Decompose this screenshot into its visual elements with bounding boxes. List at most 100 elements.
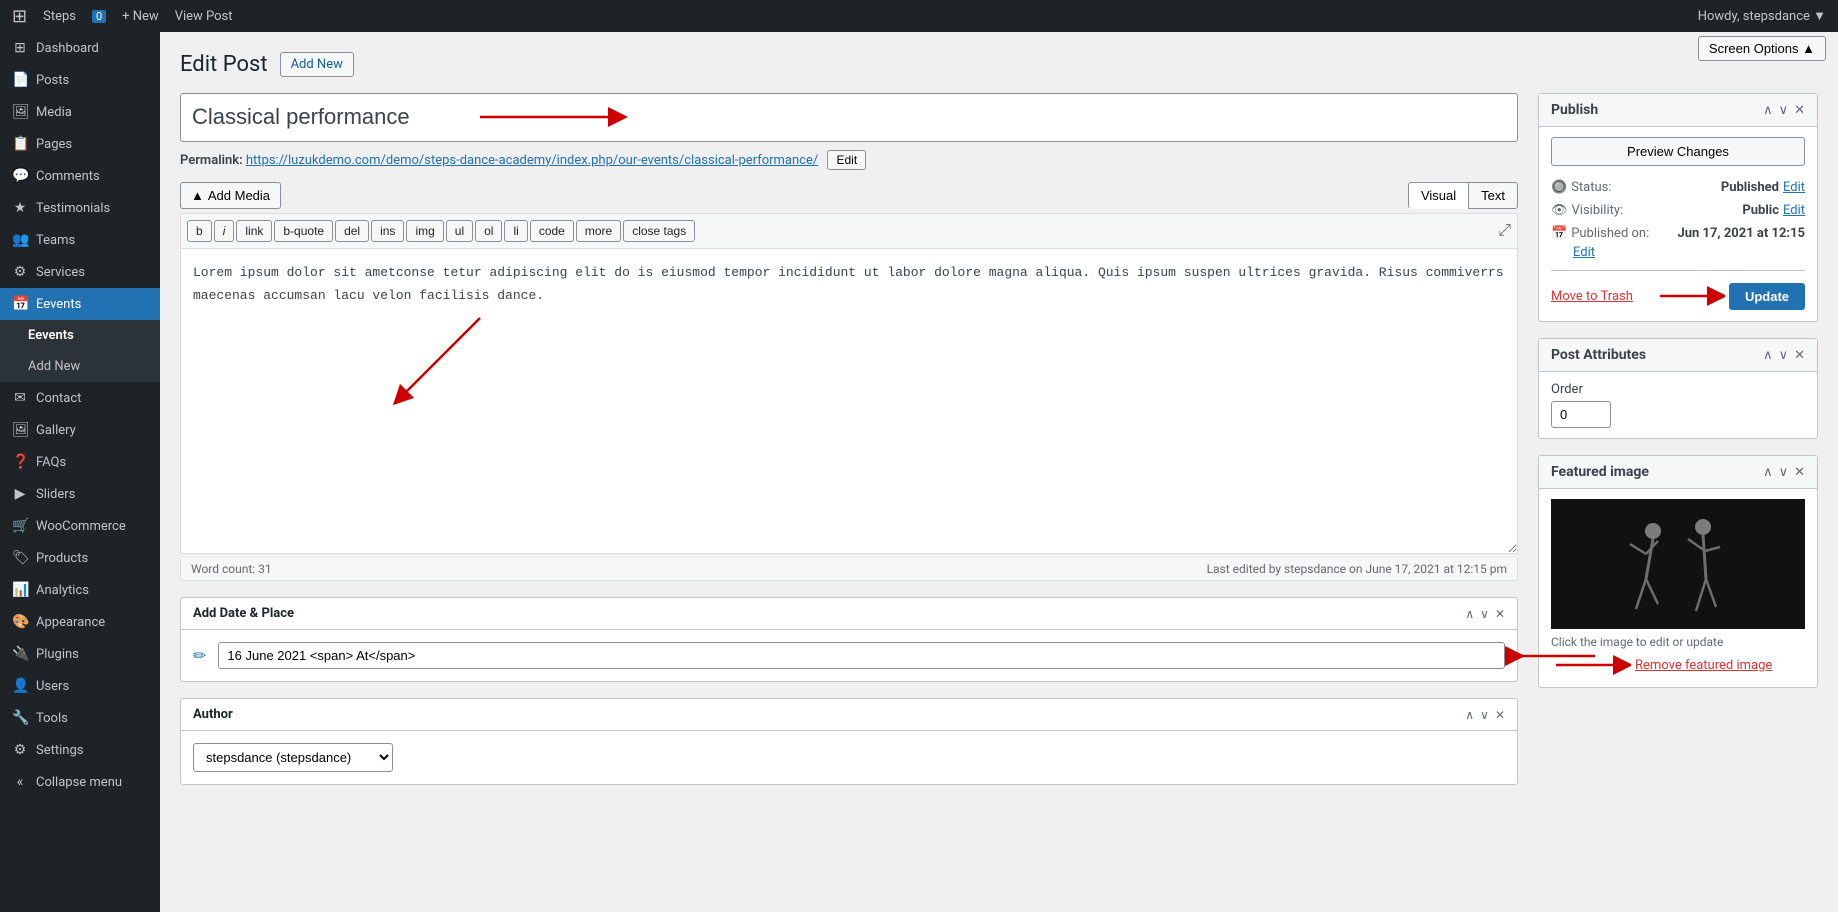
fmt-img[interactable]: img [406,220,443,242]
sidebar-item-contact[interactable]: ✉ Contact [0,382,160,414]
sidebar-item-pages[interactable]: 📋 Pages [0,128,160,160]
word-count: Word count: 31 [191,562,272,576]
author-down-icon[interactable]: ∨ [1480,708,1489,722]
publish-down-icon[interactable]: ∨ [1779,103,1789,118]
preview-changes-button[interactable]: Preview Changes [1551,137,1805,166]
sidebar-label-gallery: Gallery [36,423,76,438]
contact-icon: ✉ [12,390,28,406]
fmt-bquote[interactable]: b-quote [274,220,333,242]
sidebar-item-appearance[interactable]: 🎨 Appearance [0,606,160,638]
sidebar-label-products: Products [36,551,88,566]
fmt-ins[interactable]: ins [371,220,404,242]
sidebar-label-collapse: Collapse menu [36,775,122,790]
sidebar-item-teams[interactable]: 👥 Teams [0,224,160,256]
edit-main-column: Permalink: https://luzukdemo.com/demo/st… [180,93,1518,785]
sidebar-item-dashboard[interactable]: ⊞ Dashboard [0,32,160,64]
post-title-input[interactable] [180,93,1518,142]
date-place-row: ✏ [193,642,1505,669]
fmt-more[interactable]: more [576,220,621,242]
move-to-trash-link[interactable]: Move to Trash [1551,289,1633,304]
sidebar-item-faqs[interactable]: ❓ FAQs [0,446,160,478]
date-place-collapse-icon[interactable]: ∧ [1465,607,1474,621]
publish-close-icon[interactable]: ✕ [1794,103,1805,118]
fullscreen-button[interactable]: ⤢ [1498,220,1511,242]
date-place-close-icon[interactable]: ✕ [1495,607,1505,621]
fmt-ul[interactable]: ul [446,220,473,242]
fmt-li[interactable]: li [504,220,527,242]
remove-featured-image-link[interactable]: Remove featured image [1635,658,1772,673]
fmt-link[interactable]: link [236,220,272,242]
page-title: Edit Post [180,52,268,77]
sidebar-item-plugins[interactable]: 🔌 Plugins [0,638,160,670]
date-edit-icon-button[interactable]: ✏ [193,646,206,666]
fi-collapse-icon[interactable]: ∧ [1763,465,1773,480]
sidebar-item-settings[interactable]: ⚙ Settings [0,734,160,766]
author-collapse-icon[interactable]: ∧ [1465,708,1474,722]
post-attr-close-icon[interactable]: ✕ [1794,348,1805,363]
woocommerce-icon: 🛒 [12,518,28,534]
add-date-place-header[interactable]: Add Date & Place ∧ ∨ ✕ [181,598,1517,630]
sidebar-item-analytics[interactable]: 📊 Analytics [0,574,160,606]
wp-logo-icon[interactable]: ⊞ [12,6,27,27]
analytics-icon: 📊 [12,582,28,598]
date-place-down-icon[interactable]: ∨ [1480,607,1489,621]
post-attributes-panel: Post Attributes ∧ ∨ ✕ Order 0 [1538,338,1818,439]
sidebar-item-tools[interactable]: 🔧 Tools [0,702,160,734]
featured-image-panel: Featured image ∧ ∨ ✕ [1538,455,1818,688]
comment-bubble[interactable]: 0 [92,10,106,23]
sidebar-item-sliders[interactable]: ▶ Sliders [0,478,160,510]
fmt-ol[interactable]: ol [475,220,502,242]
published-on-edit-link[interactable]: Edit [1573,245,1595,260]
publish-status-row: 🔘 Status: Published Edit [1551,176,1805,199]
edit-slug-button[interactable]: Edit [827,150,866,170]
pages-icon: 📋 [12,136,28,152]
post-attr-collapse-icon[interactable]: ∧ [1763,348,1773,363]
sidebar-item-woocommerce[interactable]: 🛒 WooCommerce [0,510,160,542]
post-content-editor[interactable]: Lorem ipsum dolor sit ametconse tetur ad… [180,248,1518,555]
post-attr-down-icon[interactable]: ∨ [1779,348,1789,363]
screen-options-button[interactable]: Screen Options ▲ [1698,36,1826,61]
sidebar-label-eevents: Eevents [36,297,81,312]
visibility-edit-link[interactable]: Edit [1783,203,1805,218]
publish-collapse-icon[interactable]: ∧ [1763,103,1773,118]
author-close-icon[interactable]: ✕ [1495,708,1505,722]
sidebar-item-products[interactable]: 🏷 Products [0,542,160,574]
sidebar-item-services[interactable]: ⚙ Services [0,256,160,288]
user-greeting[interactable]: Howdy, stepsdance ▼ [1698,8,1826,24]
post-attributes-title: Post Attributes [1551,347,1646,363]
sidebar-item-users[interactable]: 👤 Users [0,670,160,702]
order-input[interactable]: 0 [1551,401,1611,428]
author-header[interactable]: Author ∧ ∨ ✕ [181,699,1517,731]
sidebar-item-media[interactable]: 🖼 Media [0,96,160,128]
fi-down-icon[interactable]: ∨ [1779,465,1789,480]
dashboard-icon: ⊞ [12,40,28,56]
fmt-del[interactable]: del [335,220,369,242]
add-new-button[interactable]: Add New [280,52,354,77]
add-media-button[interactable]: ▲ Add Media [180,182,281,209]
fmt-code[interactable]: code [530,220,574,242]
sidebar-item-collapse[interactable]: « Collapse menu [0,766,160,798]
sidebar-submenu-add-new[interactable]: Add New [0,351,160,382]
sidebar-item-eevents[interactable]: 📅 Eevents ◀ [0,288,160,320]
fmt-close-tags[interactable]: close tags [623,220,695,242]
tab-text[interactable]: Text [1468,182,1518,209]
featured-image-link[interactable] [1551,499,1805,629]
fmt-bold[interactable]: b [187,220,212,242]
site-name-link[interactable]: Steps [43,9,76,24]
editor-toolbar-row: ▲ Add Media Visual Text [180,182,1518,209]
sidebar-item-gallery[interactable]: 🖼 Gallery [0,414,160,446]
update-button[interactable]: Update [1729,283,1805,310]
author-select[interactable]: stepsdance (stepsdance) [193,743,393,772]
sidebar-item-comments[interactable]: 💬 Comments [0,160,160,192]
permalink-url[interactable]: https://luzukdemo.com/demo/steps-dance-a… [246,153,818,168]
status-edit-link[interactable]: Edit [1783,180,1805,195]
sidebar-item-testimonials[interactable]: ★ Testimonials [0,192,160,224]
view-post-link[interactable]: View Post [175,9,233,24]
sidebar-item-posts[interactable]: 📄 Posts [0,64,160,96]
date-place-input[interactable] [218,642,1505,669]
fmt-italic[interactable]: i [214,220,235,242]
fi-close-icon[interactable]: ✕ [1794,465,1805,480]
new-link[interactable]: + New [122,9,159,24]
tab-visual[interactable]: Visual [1408,182,1469,209]
publish-date-row: 📅 Published on: Jun 17, 2021 at 12:15 [1551,222,1805,245]
